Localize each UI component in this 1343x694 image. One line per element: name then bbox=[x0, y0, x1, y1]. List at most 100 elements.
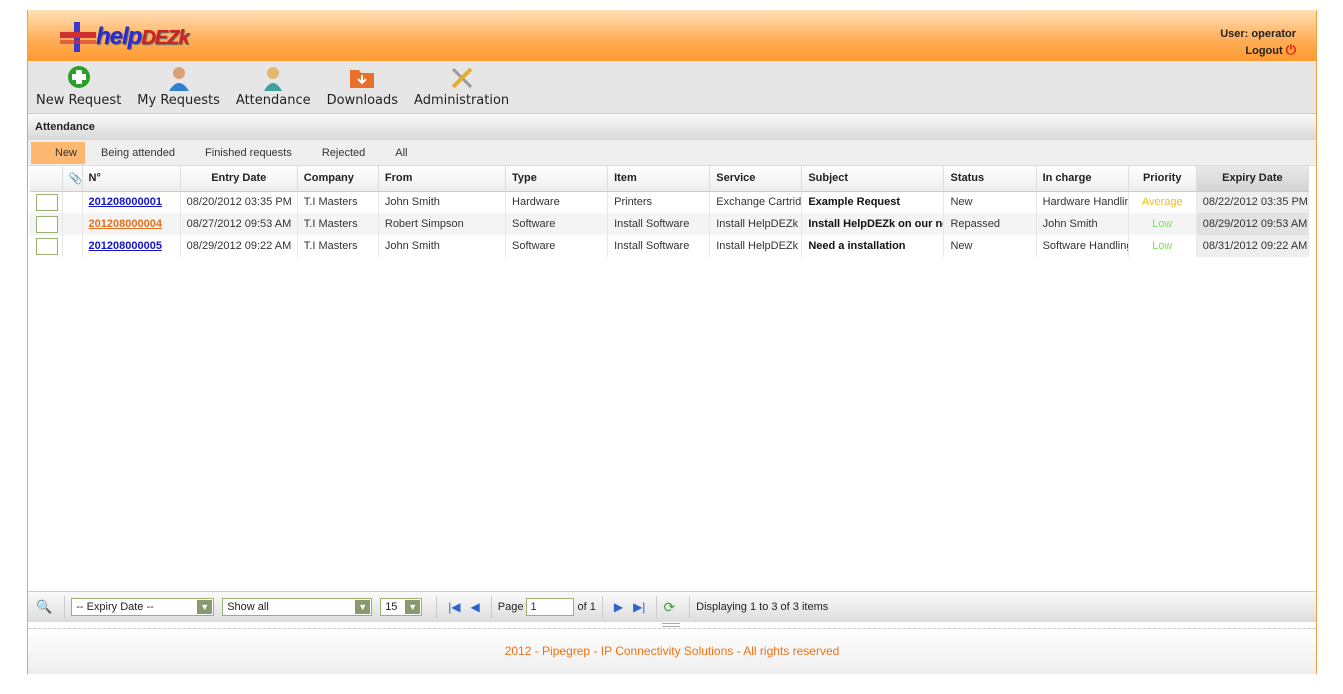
col-status[interactable]: Status bbox=[944, 166, 1036, 191]
user-icon bbox=[137, 65, 220, 91]
logo-cross-icon bbox=[58, 20, 98, 54]
from-cell: John Smith bbox=[378, 235, 505, 257]
footer: 2012 - Pipegrep - IP Connectivity Soluti… bbox=[28, 628, 1316, 674]
downloads-button[interactable]: Downloads bbox=[327, 61, 398, 113]
subject-cell: Install HelpDEZk on our network bbox=[802, 213, 944, 235]
power-icon[interactable]: ⏻ bbox=[1286, 42, 1296, 57]
col-in-charge[interactable]: In charge bbox=[1036, 166, 1128, 191]
chevron-down-icon: ▼ bbox=[405, 600, 420, 614]
item-cell: Install Software bbox=[608, 213, 710, 235]
in-charge-cell: Software Handling bbox=[1036, 235, 1128, 257]
headset-user-icon bbox=[236, 65, 311, 91]
status-cell: New bbox=[944, 191, 1036, 213]
col-attachment[interactable]: 📎 bbox=[62, 166, 82, 191]
table-row[interactable]: 201208000001 08/20/2012 03:35 PMT.I Maste… bbox=[30, 191, 1309, 213]
attachment-cell bbox=[62, 191, 82, 213]
tab-finished-requests[interactable]: Finished requests bbox=[191, 142, 306, 164]
page-size-select[interactable]: 15▼ bbox=[380, 598, 422, 616]
breadcrumb: Attendance bbox=[28, 113, 1316, 140]
row-select[interactable] bbox=[30, 235, 62, 257]
col-service[interactable]: Service bbox=[710, 166, 802, 191]
entry-date-cell: 08/20/2012 03:35 PM bbox=[180, 191, 297, 213]
main-toolbar: New Request My Requests Attendance Downl… bbox=[28, 61, 1316, 113]
attachment-cell bbox=[62, 235, 82, 257]
table-row[interactable]: 201208000004 08/27/2012 09:53 AMT.I Maste… bbox=[30, 213, 1309, 235]
pager-toolbar: 🔍 -- Expiry Date --▼ Show all▼ 15▼ |◀ ◀ … bbox=[28, 591, 1316, 622]
col-entry-date[interactable]: Entry Date bbox=[180, 166, 297, 191]
search-icon[interactable]: 🔍 bbox=[36, 599, 52, 615]
first-page-icon[interactable]: |◀ bbox=[448, 600, 460, 614]
table-row[interactable]: 201208000005 08/29/2012 09:22 AMT.I Maste… bbox=[30, 235, 1309, 257]
from-cell: John Smith bbox=[378, 191, 505, 213]
request-id-link[interactable]: 201208000004 bbox=[89, 218, 162, 230]
refresh-icon[interactable]: ⟳ bbox=[663, 599, 675, 616]
id-cell: 201208000005 bbox=[82, 235, 180, 257]
tab-rejected[interactable]: Rejected bbox=[308, 142, 379, 164]
display-info: Displaying 1 to 3 of 3 items bbox=[696, 601, 828, 613]
request-id-link[interactable]: 201208000001 bbox=[89, 196, 162, 208]
new-request-button[interactable]: New Request bbox=[36, 61, 121, 113]
expiry-date-cell: 08/22/2012 03:35 PM bbox=[1196, 191, 1308, 213]
attendance-button[interactable]: Attendance bbox=[236, 61, 311, 113]
last-page-icon[interactable]: ▶| bbox=[633, 600, 645, 614]
page-input[interactable] bbox=[526, 598, 574, 616]
next-page-icon[interactable]: ▶ bbox=[614, 600, 623, 614]
status-cell: Repassed bbox=[944, 213, 1036, 235]
col-select bbox=[30, 166, 62, 191]
status-cell: New bbox=[944, 235, 1036, 257]
company-cell: T.I Masters bbox=[297, 213, 378, 235]
col-type[interactable]: Type bbox=[506, 166, 608, 191]
col-subject[interactable]: Subject bbox=[802, 166, 944, 191]
attachment-cell bbox=[62, 213, 82, 235]
resize-handle[interactable] bbox=[662, 623, 680, 627]
paperclip-icon: 📎 bbox=[69, 173, 83, 185]
in-charge-cell: Hardware Handling bbox=[1036, 191, 1128, 213]
tab-being-attended[interactable]: Being attended bbox=[87, 142, 189, 164]
prev-page-icon[interactable]: ◀ bbox=[471, 600, 480, 614]
type-cell: Hardware bbox=[506, 191, 608, 213]
expiry-date-cell: 08/31/2012 09:22 AM bbox=[1196, 235, 1308, 257]
plus-circle-icon bbox=[36, 65, 121, 91]
my-requests-button[interactable]: My Requests bbox=[137, 61, 220, 113]
priority-cell: Average bbox=[1128, 191, 1196, 213]
filter-select[interactable]: Show all▼ bbox=[222, 598, 372, 616]
company-cell: T.I Masters bbox=[297, 235, 378, 257]
col-number[interactable]: N° bbox=[82, 166, 180, 191]
app-window: helpDEZk User: operator Logout ⏻ New Req… bbox=[27, 10, 1317, 674]
row-select[interactable] bbox=[30, 191, 62, 213]
user-label: User: operator bbox=[1220, 26, 1296, 42]
subject-cell: Need a installation bbox=[802, 235, 944, 257]
service-cell: Install HelpDEZk bbox=[710, 213, 802, 235]
sort-select[interactable]: -- Expiry Date --▼ bbox=[71, 598, 214, 616]
request-id-link[interactable]: 201208000005 bbox=[89, 240, 162, 252]
id-cell: 201208000004 bbox=[82, 213, 180, 235]
priority-cell: Low bbox=[1128, 235, 1196, 257]
col-company[interactable]: Company bbox=[297, 166, 378, 191]
priority-cell: Low bbox=[1128, 213, 1196, 235]
administration-button[interactable]: Administration bbox=[414, 61, 509, 113]
col-from[interactable]: From bbox=[378, 166, 505, 191]
row-checkbox[interactable] bbox=[36, 216, 58, 233]
type-cell: Software bbox=[506, 235, 608, 257]
tools-icon bbox=[414, 65, 509, 91]
row-select[interactable] bbox=[30, 213, 62, 235]
col-item[interactable]: Item bbox=[608, 166, 710, 191]
chevron-down-icon: ▼ bbox=[197, 600, 212, 614]
entry-date-cell: 08/29/2012 09:22 AM bbox=[180, 235, 297, 257]
tab-all[interactable]: All bbox=[381, 142, 421, 164]
header: helpDEZk User: operator Logout ⏻ bbox=[28, 10, 1316, 61]
from-cell: Robert Simpson bbox=[378, 213, 505, 235]
row-checkbox[interactable] bbox=[36, 194, 58, 211]
requests-grid: 📎 N° Entry Date Company From Type Item S… bbox=[30, 166, 1309, 257]
logout-link[interactable]: Logout ⏻ bbox=[1220, 42, 1296, 59]
in-charge-cell: John Smith bbox=[1036, 213, 1128, 235]
row-checkbox[interactable] bbox=[36, 238, 58, 255]
col-priority[interactable]: Priority bbox=[1128, 166, 1196, 191]
company-cell: T.I Masters bbox=[297, 191, 378, 213]
entry-date-cell: 08/27/2012 09:53 AM bbox=[180, 213, 297, 235]
status-tabs: New Being attended Finished requests Rej… bbox=[28, 140, 1316, 166]
service-cell: Install HelpDEZk bbox=[710, 235, 802, 257]
tab-new[interactable]: New bbox=[31, 142, 85, 164]
col-expiry-date[interactable]: Expiry Date bbox=[1196, 166, 1308, 191]
folder-download-icon bbox=[327, 65, 398, 91]
